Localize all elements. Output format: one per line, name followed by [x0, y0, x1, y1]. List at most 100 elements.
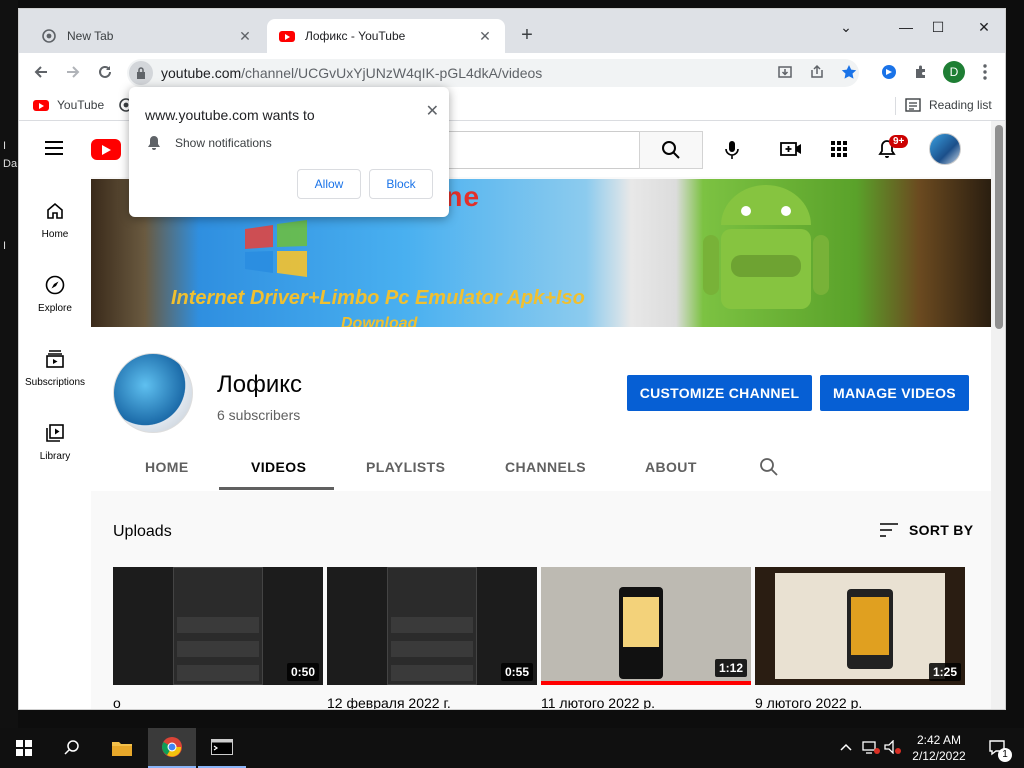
video-thumbnail[interactable]: 1:25 [755, 567, 965, 685]
nav-library[interactable]: Library [19, 421, 91, 462]
video-thumbnail[interactable]: 0:50 [113, 567, 323, 685]
tab-youtube[interactable]: Лофикс - YouTube ✕ [267, 19, 505, 53]
block-button[interactable]: Block [369, 169, 433, 199]
notification-badge: 9+ [889, 135, 909, 148]
permission-row: Show notifications [147, 135, 272, 151]
search-input[interactable] [429, 131, 639, 169]
address-bar[interactable]: youtube.com/channel/UCGvUxYjUNzW4qIK-pGL… [127, 59, 859, 87]
extension-icon[interactable] [877, 60, 901, 84]
reading-list-button[interactable]: Reading list [905, 98, 992, 112]
banner-text-bottom: Download [341, 315, 418, 327]
show-hidden-icons[interactable] [840, 740, 852, 755]
video-title[interactable]: 11 лютого 2022 р. [541, 695, 655, 709]
tab-playlists[interactable]: PLAYLISTS [366, 459, 445, 475]
subscriptions-icon [43, 347, 67, 371]
terminal-taskbar-button[interactable] [198, 728, 246, 768]
banner-text-middle: Internet Driver+Limbo Pc Emulator Apk+Is… [171, 287, 585, 309]
channel-search-icon[interactable] [759, 457, 779, 482]
tab-title: Лофикс - YouTube [305, 29, 406, 43]
bell-icon [148, 136, 160, 150]
tab-title: New Tab [67, 29, 114, 43]
back-icon[interactable] [29, 60, 53, 84]
clock-date: 2/12/2022 [912, 749, 966, 763]
profile-avatar[interactable]: D [943, 61, 965, 83]
hamburger-menu-icon[interactable] [45, 141, 63, 159]
tab-about[interactable]: ABOUT [645, 459, 697, 475]
allow-button[interactable]: Allow [297, 169, 361, 199]
nav-label: Explore [38, 303, 72, 314]
close-tab-icon[interactable]: ✕ [477, 28, 493, 45]
account-avatar[interactable] [929, 133, 961, 165]
side-navigation: Home Explore Subscriptions Library [19, 177, 91, 709]
scrollbar-thumb[interactable] [995, 125, 1003, 329]
menu-kebab-icon[interactable] [973, 60, 997, 84]
close-window-button[interactable]: ✕ [969, 15, 999, 39]
file-explorer-button[interactable] [98, 728, 146, 768]
channel-name: Лофикс [217, 371, 303, 398]
bookmark-youtube[interactable]: YouTube [33, 98, 104, 112]
sort-by-label: SORT BY [909, 522, 974, 538]
sort-by-button[interactable]: SORT BY [879, 522, 973, 538]
youtube-icon [33, 99, 49, 111]
nav-explore[interactable]: Explore [19, 273, 91, 314]
popup-title: www.youtube.com wants to [145, 107, 315, 123]
bookmark-star-icon[interactable] [837, 60, 861, 84]
chrome-taskbar-button[interactable] [148, 728, 196, 768]
taskbar-search-button[interactable] [48, 728, 96, 768]
video-title[interactable]: 12 февраля 2022 г. [327, 695, 451, 709]
maximize-button[interactable]: ☐ [923, 15, 953, 39]
permission-label: Show notifications [175, 136, 272, 150]
video-thumbnail[interactable]: 1:12 [541, 567, 751, 685]
youtube-logo[interactable] [91, 139, 121, 160]
windows-logo-art [245, 220, 307, 277]
tab-videos[interactable]: VIDEOS [251, 459, 306, 475]
tab-new-tab[interactable]: New Tab ✕ [29, 19, 265, 53]
notification-count-badge: 1 [998, 748, 1012, 762]
nav-home[interactable]: Home [19, 199, 91, 240]
tab-channels[interactable]: CHANNELS [505, 459, 586, 475]
search-icon [64, 740, 79, 755]
network-icon[interactable] [862, 740, 880, 757]
video-title[interactable]: о [113, 695, 121, 709]
customize-channel-button[interactable]: CUSTOMIZE CHANNEL [627, 375, 812, 411]
nav-subscriptions[interactable]: Subscriptions [19, 347, 91, 388]
reading-list-label: Reading list [929, 98, 992, 112]
close-popup-icon[interactable]: ✕ [426, 101, 439, 121]
video-thumbnail[interactable]: 0:55 [327, 567, 537, 685]
page-scrollbar[interactable] [991, 121, 1005, 709]
install-app-icon[interactable] [773, 60, 797, 84]
windows-logo-icon [16, 740, 32, 756]
voice-search-button[interactable] [717, 135, 747, 165]
reload-icon[interactable] [93, 60, 117, 84]
sort-icon [880, 523, 898, 537]
tab-search-icon[interactable]: ⌄ [831, 15, 861, 39]
apps-grid-icon[interactable] [827, 137, 851, 161]
search-button[interactable] [639, 131, 703, 169]
folder-icon [112, 742, 132, 756]
microphone-icon [725, 141, 739, 159]
chrome-icon [41, 28, 57, 44]
bookmark-label: YouTube [57, 98, 105, 112]
forward-icon[interactable] [61, 60, 85, 84]
clock-time: 2:42 AM [916, 733, 962, 747]
create-video-icon[interactable] [779, 137, 803, 161]
share-icon[interactable] [805, 60, 829, 84]
video-title[interactable]: 9 лютого 2022 р. [755, 695, 862, 709]
system-clock[interactable]: 2:42 AM 2/12/2022 [904, 732, 974, 764]
reading-list-icon [905, 98, 921, 112]
new-tab-button[interactable]: + [517, 25, 537, 45]
close-tab-icon[interactable]: ✕ [237, 28, 253, 45]
puzzle-extensions-icon[interactable] [909, 60, 933, 84]
lock-icon[interactable] [129, 61, 153, 85]
minimize-button[interactable]: — [891, 15, 921, 39]
action-center-button[interactable]: 1 [980, 728, 1016, 768]
video-duration: 0:55 [500, 663, 533, 681]
desktop-icon-label: I [3, 240, 7, 252]
tab-home[interactable]: HOME [145, 459, 189, 475]
browser-toolbar: youtube.com/channel/UCGvUxYjUNzW4qIK-pGL… [19, 53, 1005, 91]
manage-videos-button[interactable]: MANAGE VIDEOS [820, 375, 969, 411]
start-button[interactable] [0, 728, 48, 768]
volume-muted-icon[interactable] [884, 739, 902, 757]
video-duration: 1:25 [928, 663, 961, 681]
youtube-icon [279, 28, 295, 44]
